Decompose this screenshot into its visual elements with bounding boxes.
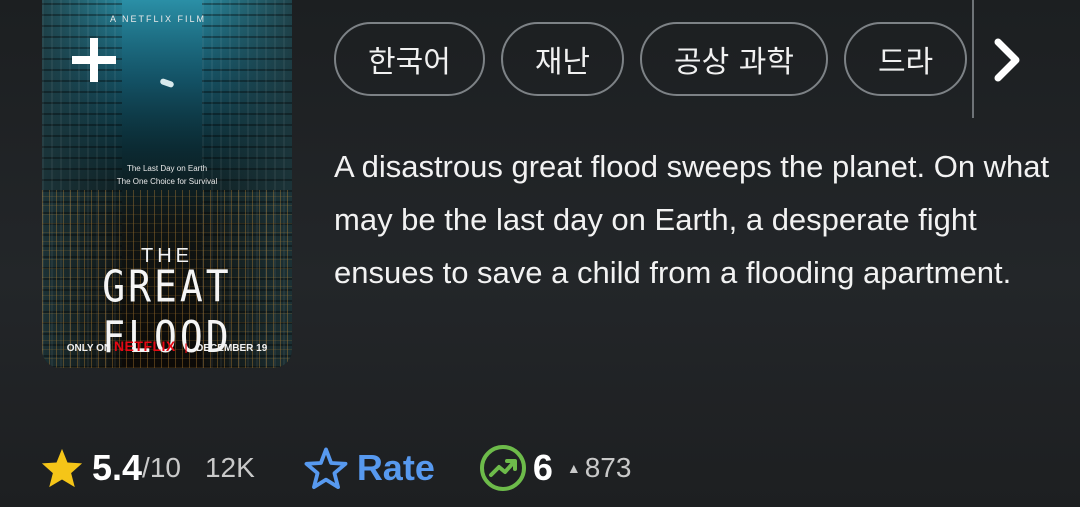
- caret-up-icon: ▲: [566, 460, 581, 476]
- poster-tagline: The Last Day on Earth The One Choice for…: [42, 162, 292, 188]
- rate-label: Rate: [356, 447, 435, 488]
- poster-footer-brand: NETFLIX: [113, 338, 176, 354]
- popularity-change-value: 873: [584, 452, 632, 483]
- poster-footer-date: DECEMBER 19: [196, 343, 268, 354]
- plot-description: A disastrous great flood sweeps the plan…: [334, 149, 1050, 290]
- genre-scroll-next-button[interactable]: [982, 32, 1032, 88]
- star-outline-icon: [304, 447, 348, 490]
- rating-max: /10: [142, 452, 181, 483]
- genre-chip[interactable]: 한국어: [334, 22, 485, 96]
- rate-button[interactable]: Rate: [303, 446, 435, 490]
- popularity-rank: 6: [532, 447, 553, 488]
- vote-count: 12K: [204, 452, 255, 483]
- poster-image[interactable]: A NETFLIX FILM The Last Day on Earth The…: [42, 0, 292, 368]
- trending-up-icon: [479, 445, 526, 491]
- genre-chip[interactable]: 공상 과학: [640, 22, 828, 96]
- poster-footer-only: ONLY ON: [66, 343, 112, 354]
- stats-bar: 5.4 /10 12K Rate 6 ▲ 873: [40, 440, 1060, 496]
- star-icon: [41, 448, 83, 488]
- genre-chip[interactable]: 재난: [500, 22, 625, 96]
- chevron-right-icon: [994, 38, 1020, 82]
- popularity[interactable]: 6 ▲ 873: [479, 444, 632, 492]
- genre-chip-list[interactable]: 한국어 재난 공상 과학 드라: [334, 22, 974, 98]
- rating[interactable]: 5.4 /10 12K: [40, 447, 255, 489]
- poster-film-tag: A NETFLIX FILM: [110, 14, 207, 24]
- poster-footer: ONLY ON NETFLIX | DECEMBER 19: [42, 338, 292, 354]
- chip-scroll-divider: [972, 0, 974, 118]
- popularity-change: ▲ 873: [567, 452, 632, 484]
- add-to-watchlist-button[interactable]: [64, 30, 124, 90]
- poster-tagline-line-2: The One Choice for Survival: [116, 177, 218, 186]
- poster-tagline-line-1: The Last Day on Earth: [126, 164, 208, 173]
- rating-value: 5.4: [92, 447, 143, 488]
- poster-footer-separator: |: [184, 343, 188, 354]
- plus-icon: [72, 38, 116, 82]
- poster-diver: [159, 77, 175, 89]
- genre-chip[interactable]: 드라: [843, 22, 968, 96]
